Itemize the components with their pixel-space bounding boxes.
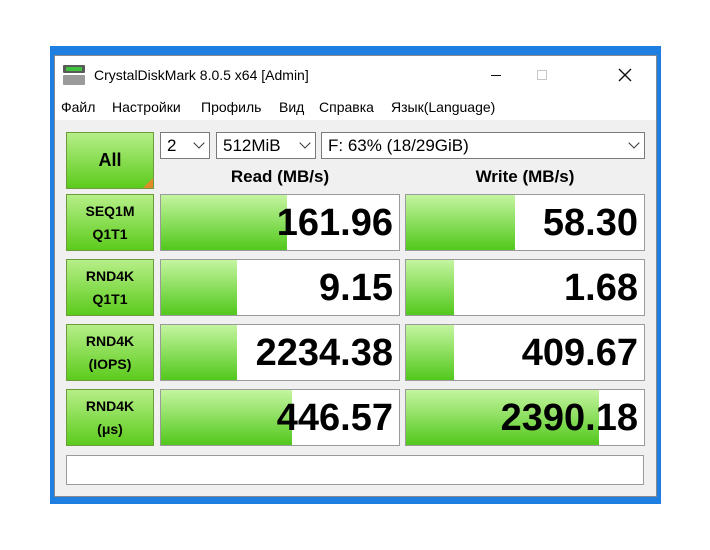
menu-settings[interactable]: Настройки: [112, 99, 181, 115]
write-bar: [406, 195, 516, 250]
rnd4k-iops-button[interactable]: RND4K (IOPS): [66, 324, 154, 381]
write-header: Write (MB/s): [475, 167, 575, 186]
read-result-cell: 2234.38: [160, 324, 400, 381]
maximize-icon: [537, 70, 547, 80]
drive-select[interactable]: F: 63% (18/29GiB): [321, 132, 645, 159]
read-result-cell: 9.15: [160, 259, 400, 316]
corner-marker-icon: [143, 178, 153, 188]
menu-help[interactable]: Справка: [319, 99, 374, 115]
seq1m-q1t1-button[interactable]: SEQ1M Q1T1: [66, 194, 154, 251]
row-label-line1: SEQ1M: [85, 202, 135, 219]
drive-value: F: 63% (18/29GiB): [328, 135, 469, 155]
read-value: 446.57: [276, 397, 393, 439]
minimize-button[interactable]: [473, 56, 519, 94]
write-result-cell: 1.68: [405, 259, 645, 316]
write-value: 2390.18: [500, 397, 638, 439]
row-label-line1: RND4K: [85, 267, 135, 284]
menu-language[interactable]: Язык(Language): [391, 99, 495, 115]
menu-file[interactable]: Файл: [61, 99, 95, 115]
row-label-line2: (IOPS): [88, 355, 132, 372]
test-size-value: 512MiB: [223, 135, 281, 155]
read-header: Read (MB/s): [230, 167, 330, 186]
close-icon: [618, 68, 632, 82]
write-result-cell: 409.67: [405, 324, 645, 381]
read-bar: [161, 390, 292, 445]
maximize-button[interactable]: [519, 56, 565, 94]
write-value: 1.68: [564, 267, 638, 309]
close-button[interactable]: [602, 56, 648, 94]
write-result-cell: 58.30: [405, 194, 645, 251]
crystaldiskmark-app-icon: [63, 65, 85, 85]
write-value: 409.67: [521, 332, 638, 374]
read-result-cell: 446.57: [160, 389, 400, 446]
all-button[interactable]: All: [66, 132, 154, 189]
write-result-cell: 2390.18: [405, 389, 645, 446]
read-bar: [161, 325, 238, 380]
chevron-down-icon: [299, 137, 311, 149]
read-value: 161.96: [276, 202, 393, 244]
read-value: 9.15: [319, 267, 393, 309]
row-label-line1: RND4K: [85, 332, 135, 349]
read-result-cell: 161.96: [160, 194, 400, 251]
row-label-line1: RND4K: [85, 397, 135, 414]
write-bar: [406, 325, 454, 380]
read-value: 2234.38: [255, 332, 393, 374]
row-label-line2: Q1T1: [92, 290, 128, 307]
title-bar[interactable]: CrystalDiskMark 8.0.5 x64 [Admin]: [55, 56, 656, 94]
comment-field[interactable]: [66, 455, 644, 485]
minimize-icon: [491, 74, 501, 76]
app-window: CrystalDiskMark 8.0.5 x64 [Admin] Файл Н…: [54, 55, 657, 497]
chevron-down-icon: [628, 137, 640, 149]
chevron-down-icon: [193, 137, 205, 149]
menu-profile[interactable]: Профиль: [201, 99, 261, 115]
test-count-value: 2: [167, 135, 177, 155]
all-button-label: All: [98, 150, 122, 170]
test-count-select[interactable]: 2: [160, 132, 210, 159]
rnd4k-q1t1-button[interactable]: RND4K Q1T1: [66, 259, 154, 316]
row-label-line2: Q1T1: [92, 225, 128, 242]
read-bar: [161, 260, 238, 315]
menu-bar: Файл Настройки Профиль Вид Справка Язык(…: [55, 94, 656, 120]
read-bar: [161, 195, 288, 250]
row-label-line2: (μs): [97, 420, 123, 437]
window-title: CrystalDiskMark 8.0.5 x64 [Admin]: [94, 67, 309, 83]
rnd4k-latency-button[interactable]: RND4K (μs): [66, 389, 154, 446]
write-bar: [406, 260, 454, 315]
test-size-select[interactable]: 512MiB: [216, 132, 316, 159]
menu-view[interactable]: Вид: [279, 99, 304, 115]
write-value: 58.30: [542, 202, 638, 244]
